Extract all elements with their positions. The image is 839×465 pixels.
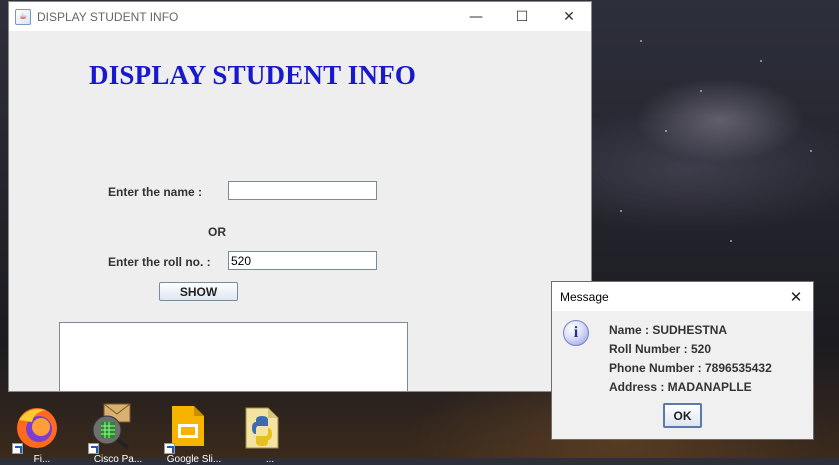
desktop-shortcut-firefox[interactable]: Fi... — [12, 402, 72, 465]
desktop-shortcut-slides[interactable]: Google Sli... — [164, 402, 224, 465]
message-line-phone: Phone Number : 7896535432 — [609, 361, 772, 375]
desktop-icon-label: Fi... — [33, 454, 51, 465]
message-line-address: Address : MADANAPLLE — [609, 380, 752, 394]
shortcut-arrow-icon — [164, 443, 175, 454]
desktop-icon-label: Cisco Pa... — [93, 454, 143, 465]
name-input[interactable] — [228, 181, 377, 200]
star — [640, 40, 642, 42]
star — [620, 210, 622, 212]
output-text-area[interactable] — [59, 322, 408, 391]
desktop-icon-label: ... — [265, 454, 275, 465]
page-heading: DISPLAY STUDENT INFO — [89, 60, 417, 90]
main-window: ☕ DISPLAY STUDENT INFO — ☐ ✕ DISPLAY STU… — [8, 1, 592, 392]
minimize-button[interactable]: — — [453, 2, 499, 31]
python-file-icon — [245, 407, 279, 449]
close-button[interactable]: ✕ — [546, 2, 591, 31]
desktop-shortcut-python[interactable]: ... — [240, 402, 300, 465]
message-line-name: Name : SUDHESTNA — [609, 323, 728, 337]
shortcut-arrow-icon — [12, 443, 23, 454]
desktop-icon-label: Google Sli... — [166, 454, 222, 465]
star — [730, 240, 732, 242]
star — [760, 60, 762, 62]
maximize-button[interactable]: ☐ — [499, 2, 545, 31]
star — [665, 130, 667, 132]
ok-button[interactable]: OK — [663, 403, 702, 428]
info-icon: i — [563, 320, 589, 346]
star — [700, 90, 702, 92]
message-dialog: Message ✕ i Name : SUDHESTNA Roll Number… — [551, 281, 814, 440]
or-label: OR — [208, 225, 226, 239]
window-title: DISPLAY STUDENT INFO — [37, 9, 179, 24]
show-button[interactable]: SHOW — [159, 282, 238, 301]
roll-input[interactable] — [228, 251, 377, 270]
title-bar[interactable]: ☕ DISPLAY STUDENT INFO — ☐ ✕ — [9, 2, 591, 31]
star — [810, 150, 812, 152]
java-cup-icon: ☕ — [15, 8, 31, 25]
shortcut-arrow-icon — [88, 443, 99, 454]
roll-label: Enter the roll no. : — [108, 255, 211, 269]
message-line-roll: Roll Number : 520 — [609, 342, 712, 356]
name-label: Enter the name : — [108, 185, 203, 199]
dialog-title-bar[interactable]: Message ✕ — [552, 282, 813, 311]
dialog-close-button[interactable]: ✕ — [779, 282, 813, 311]
dialog-title: Message — [560, 290, 609, 304]
desktop-shortcut-cisco[interactable]: Cisco Pa... — [88, 402, 148, 465]
